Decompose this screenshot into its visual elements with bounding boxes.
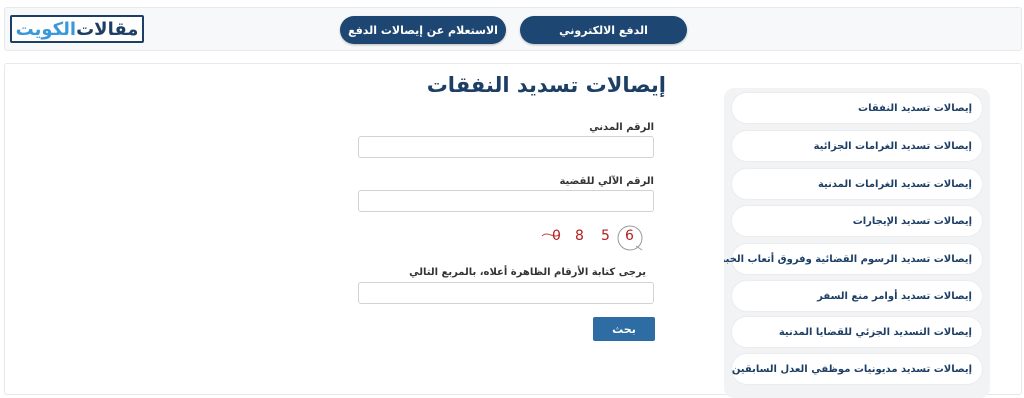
logo-text-kuwait: الكويت <box>15 18 77 40</box>
captcha-digit: 6 <box>625 228 634 244</box>
logo-text-maqalat: مقالات <box>76 18 139 40</box>
sidebar-item-former-employees-debts[interactable]: إيصالات تسديد مديونيات موظفي العدل الساب… <box>732 354 982 384</box>
electronic-payment-button[interactable]: الدفع الالكتروني <box>520 16 687 44</box>
sidebar-item-criminal-fines[interactable]: إيصالات تسديد الغرامات الجزائية <box>732 131 982 161</box>
sidebar-item-alimony-receipts[interactable]: إيصالات تسديد النفقات <box>732 93 982 123</box>
sidebar-item-partial-payment-civil-cases[interactable]: إيصالات التسديد الجزئي للقضايا المدنية <box>732 317 982 347</box>
search-button[interactable]: بحث <box>593 317 655 341</box>
page-title: إيصالات تسديد النفقات <box>426 73 666 97</box>
captcha-image: 0 8 5 6 <box>538 222 648 252</box>
case-number-input[interactable] <box>358 190 654 212</box>
captcha-input[interactable] <box>358 282 654 304</box>
top-navigation-bar: مقالات الكويت الاستعلام عن إيصالات الدفع… <box>4 7 1022 51</box>
sidebar-item-civil-fines[interactable]: إيصالات تسديد الغرامات المدنية <box>732 169 982 199</box>
civil-id-input[interactable] <box>358 136 654 158</box>
sidebar-item-travel-ban-orders[interactable]: إيصالات تسديد أوامر منع السفر <box>732 281 982 311</box>
captcha-digit: 8 <box>575 228 584 244</box>
civil-id-label: الرقم المدني <box>589 122 654 133</box>
receipts-sidebar-menu: إيصالات تسديد النفقات إيصالات تسديد الغر… <box>724 88 990 398</box>
sidebar-item-court-fees[interactable]: إيصالات تسديد الرسوم القضائية وفروق أتعا… <box>724 244 982 274</box>
captcha-instruction-label: يرجى كتابة الأرقام الظاهرة أعلاه، بالمرب… <box>409 267 646 278</box>
captcha-digit: 5 <box>601 228 610 244</box>
sidebar-item-rent-receipts[interactable]: إيصالات تسديد الإيجارات <box>732 206 982 236</box>
payment-receipts-inquiry-button[interactable]: الاستعلام عن إيصالات الدفع <box>340 16 506 44</box>
case-number-label: الرقم الآلي للقضية <box>559 176 654 187</box>
site-logo[interactable]: مقالات الكويت <box>10 15 144 43</box>
captcha-digit: 0 <box>552 228 561 244</box>
